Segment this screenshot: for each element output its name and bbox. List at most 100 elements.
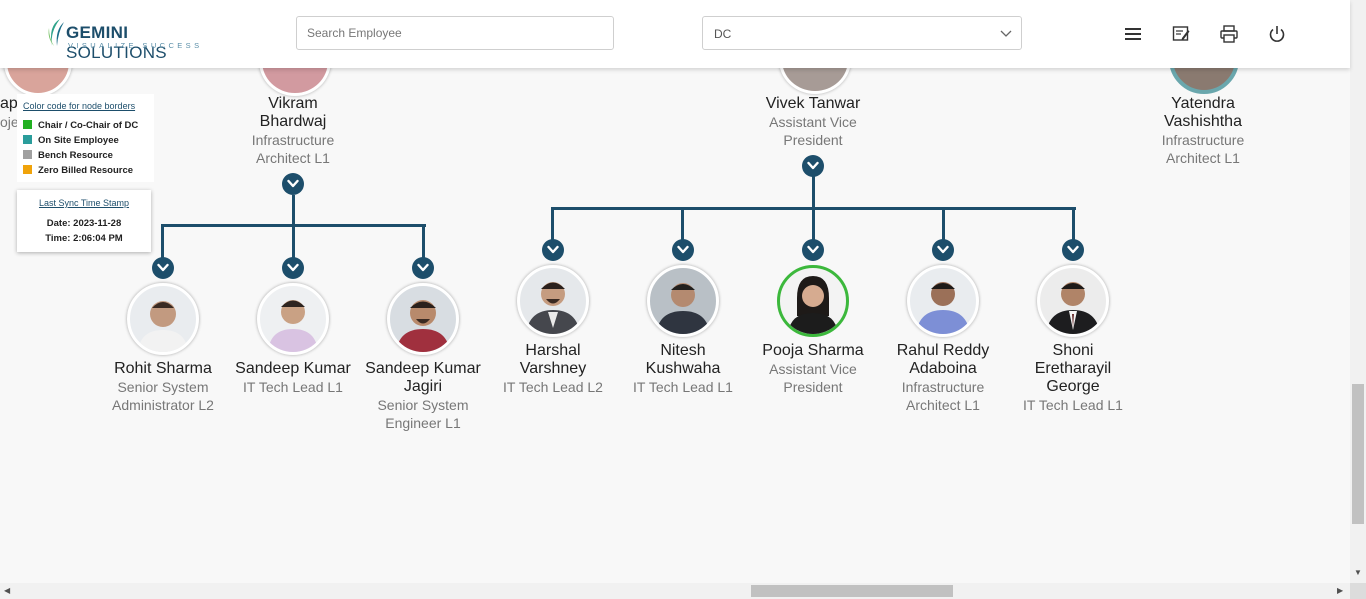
node-title-harshal: IT Tech Lead L2 (503, 379, 603, 395)
chevron-down-icon (1067, 245, 1079, 254)
scroll-down-arrow-icon[interactable]: ▼ (1354, 569, 1362, 577)
node-name-nitesh-line1: Nitesh (660, 342, 706, 359)
sync-title: Last Sync Time Stamp (38, 198, 130, 208)
avatar-rahul[interactable] (907, 265, 979, 337)
node-title-rohit-line1: Senior System (117, 379, 209, 395)
person-photo-icon (268, 300, 318, 352)
connector-vikram-drop3 (422, 224, 425, 260)
legend-item-onsite: On Site Employee (23, 135, 119, 146)
sync-date: Date: 2023-11-28 (46, 218, 122, 229)
search-employee-input[interactable] (296, 16, 614, 50)
expand-toggle-shoni[interactable] (1062, 239, 1084, 261)
department-select[interactable]: DC (702, 16, 1022, 50)
node-title-pooja-line2: President (783, 379, 843, 395)
node-name-sandeep-jagiri-line2: Jagiri (403, 378, 443, 395)
print-button[interactable] (1219, 24, 1239, 44)
expand-toggle-rahul[interactable] (932, 239, 954, 261)
company-logo[interactable]: GEMINI SOLUTIONS VISUALIZE SUCCESS (46, 16, 216, 62)
logout-button[interactable] (1267, 24, 1287, 44)
node-name-rahul-line2: Adaboina (909, 360, 977, 377)
partial-node-name: ap (0, 95, 18, 112)
collapse-toggle-vivek[interactable] (802, 155, 824, 177)
report-icon (1172, 26, 1190, 41)
node-title-sandeep-jagiri-line2: Engineer L1 (385, 415, 461, 431)
avatar-rohit[interactable] (127, 283, 199, 355)
node-name-yatendra-line2: Vashishtha (1164, 113, 1242, 130)
node-name-harshal-line2: Varshney (519, 360, 587, 377)
node-title-rahul-line1: Infrastructure (901, 379, 985, 395)
avatar-sandeep-jagiri[interactable] (387, 283, 459, 355)
legend-item-bench: Bench Resource (23, 150, 113, 161)
collapse-toggle-vikram[interactable] (282, 173, 304, 195)
connector-vivek-drop2 (681, 207, 684, 241)
connector-vivek-stem (812, 176, 815, 210)
connector-vikram-drop2 (292, 224, 295, 260)
chevron-down-icon (547, 245, 559, 254)
avatar-nitesh[interactable] (647, 265, 719, 337)
scroll-right-arrow-icon[interactable]: ▶ (1337, 587, 1343, 595)
connector-vikram-stem (292, 195, 295, 227)
connector-vivek-drop1 (551, 207, 554, 241)
expand-toggle-sandeep[interactable] (282, 257, 304, 279)
print-icon (1220, 25, 1238, 43)
horizontal-scrollbar[interactable] (0, 583, 1350, 599)
logo-tagline: VISUALIZE SUCCESS (68, 41, 203, 50)
avatar-shoni[interactable] (1037, 265, 1109, 337)
menu-icon (1125, 28, 1141, 40)
scrollbar-corner (1350, 583, 1366, 599)
chevron-down-icon (287, 263, 299, 272)
menu-button[interactable] (1123, 24, 1143, 44)
chevron-down-icon (287, 179, 299, 188)
chevron-down-icon (417, 263, 429, 272)
person-photo-icon (138, 301, 188, 352)
connector-vivek-drop3 (812, 207, 815, 241)
node-name-nitesh-line2: Kushwaha (645, 360, 721, 377)
node-title-sandeep-jagiri-line1: Senior System (377, 397, 469, 413)
avatar-harshal[interactable] (517, 265, 589, 337)
node-title-pooja-line1: Assistant Vice (769, 361, 857, 377)
logo-brand: GEMINI (66, 23, 129, 42)
expand-toggle-sandeep-jagiri[interactable] (412, 257, 434, 279)
expand-toggle-harshal[interactable] (542, 239, 564, 261)
node-title-vivek-line2: President (783, 132, 843, 148)
node-title-nitesh: IT Tech Lead L1 (633, 379, 733, 395)
legend-label-zero-billed: Zero Billed Resource (38, 165, 134, 176)
node-title-rohit-line2: Administrator L2 (112, 397, 214, 413)
power-icon (1269, 26, 1285, 42)
expand-toggle-pooja[interactable] (802, 239, 824, 261)
org-chart-canvas[interactable]: ap ojec Vikram Bhardwaj Infrastructure A… (0, 0, 1366, 599)
avatar-sandeep[interactable] (257, 283, 329, 355)
connector-vivek-drop5 (1072, 207, 1075, 241)
node-name-shoni-line2: Eretharayil (1034, 360, 1112, 377)
node-title-vikram-line2: Architect L1 (256, 150, 330, 166)
node-name-rohit: Rohit Sharma (114, 360, 212, 377)
expand-toggle-rohit[interactable] (152, 257, 174, 279)
avatar-pooja[interactable] (777, 265, 849, 337)
node-name-shoni-line3: George (1046, 378, 1100, 395)
node-name-vivek: Vivek Tanwar (765, 95, 861, 112)
report-button[interactable] (1171, 24, 1191, 44)
node-title-vivek-line1: Assistant Vice (769, 114, 857, 130)
node-title-shoni: IT Tech Lead L1 (1023, 397, 1123, 413)
chevron-down-icon (937, 245, 949, 254)
gemini-leaf-icon (48, 19, 64, 46)
person-photo-icon (656, 283, 710, 334)
person-photo-icon (396, 300, 450, 352)
chevron-down-icon (807, 245, 819, 254)
vertical-scrollbar-thumb[interactable] (1352, 384, 1364, 524)
scroll-left-arrow-icon[interactable]: ◀ (4, 587, 10, 595)
person-photo-icon (788, 276, 838, 334)
node-name-sandeep: Sandeep Kumar (235, 360, 351, 377)
person-photo-icon (526, 282, 580, 334)
node-name-harshal-line1: Harshal (525, 342, 581, 359)
horizontal-scrollbar-thumb[interactable] (751, 585, 953, 597)
chevron-down-icon (677, 245, 689, 254)
node-name-rahul-line1: Rahul Reddy (896, 342, 990, 359)
sync-time: Time: 2:06:04 PM (45, 233, 123, 244)
legend-label-chair: Chair / Co-Chair of DC (38, 120, 139, 131)
node-title-vikram-line1: Infrastructure (251, 132, 335, 148)
node-title-sandeep: IT Tech Lead L1 (243, 379, 343, 395)
connector-vivek-drop4 (942, 207, 945, 241)
person-photo-icon (1046, 282, 1100, 334)
expand-toggle-nitesh[interactable] (672, 239, 694, 261)
